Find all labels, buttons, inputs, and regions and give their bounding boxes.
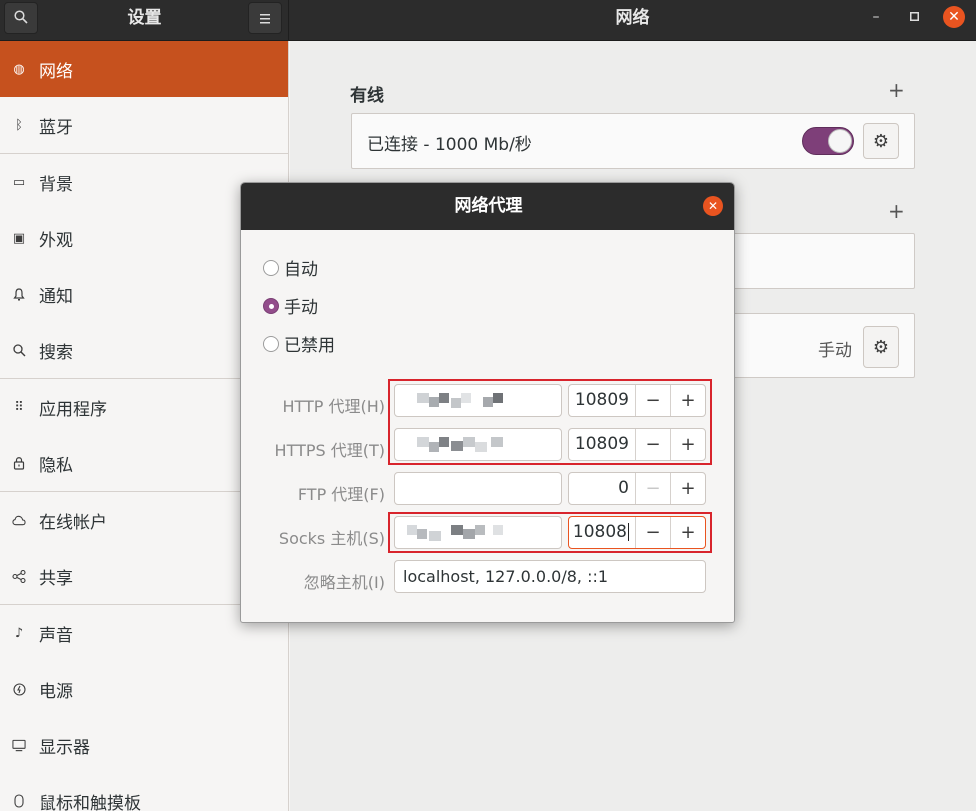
globe-icon: ◍ (13, 61, 25, 77)
highlight-box-http-https (388, 379, 712, 465)
appearance-icon: ▣ (12, 230, 26, 246)
monitor-icon: ▭ (12, 174, 26, 190)
dialog-close-button[interactable]: ✕ (703, 196, 723, 216)
sidebar-item-label: 搜索 (39, 342, 73, 363)
proxy-settings-button[interactable]: ⚙ (863, 326, 899, 368)
network-proxy-dialog: 网络代理 ✕ 自动 手动 已禁用 HTTP 代理(H) 10809 − + HT… (240, 182, 735, 623)
sidebar-item-label: 外观 (39, 230, 73, 251)
sidebar-item-label: 蓝牙 (39, 117, 73, 138)
bell-icon (12, 287, 26, 301)
ftp-proxy-host-input[interactable] (394, 472, 562, 505)
wired-connection-card: 已连接 - 1000 Mb/秒 ⚙ (351, 113, 915, 169)
proxy-state-label: 手动 (818, 341, 852, 361)
socks-host-label: Socks 主机(S) (278, 529, 385, 548)
bluetooth-icon: ᛒ (15, 117, 23, 133)
radio-auto[interactable]: 自动 (263, 255, 318, 280)
cloud-icon (12, 513, 26, 527)
share-icon (12, 569, 26, 583)
wired-connection-status: 已连接 - 1000 Mb/秒 (367, 135, 532, 155)
radio-indicator (263, 335, 279, 352)
ignore-hosts-input[interactable]: localhost, 127.0.0.0/8, ::1 (394, 560, 706, 593)
radio-manual[interactable]: 手动 (263, 293, 318, 318)
toggle-knob (828, 129, 852, 153)
lock-icon (12, 456, 26, 470)
sidebar-item-power[interactable]: 电源 (0, 661, 288, 717)
sidebar-item-label: 声音 (39, 625, 73, 646)
search-icon (12, 343, 26, 357)
wired-toggle[interactable] (802, 127, 854, 155)
display-icon (12, 738, 26, 752)
sidebar-item-label: 隐私 (39, 455, 73, 476)
radio-disabled[interactable]: 已禁用 (263, 331, 335, 356)
hamburger-menu-icon (259, 9, 271, 28)
sidebar-item-label: 网络 (39, 61, 73, 82)
dialog-header: 网络代理 ✕ (241, 183, 734, 230)
sidebar-item-label: 应用程序 (39, 399, 107, 420)
mouse-icon (12, 794, 26, 808)
wired-section-title: 有线 (350, 86, 384, 106)
ftp-port-decrement[interactable]: − (635, 473, 670, 504)
sidebar-item-displays[interactable]: 显示器 (0, 717, 288, 773)
dialog-title: 网络代理 (454, 196, 523, 216)
sidebar-item-label: 电源 (39, 681, 73, 702)
maximize-button[interactable] (903, 6, 925, 28)
wired-settings-button[interactable]: ⚙ (863, 123, 899, 159)
ftp-port-increment[interactable]: + (670, 473, 705, 504)
sidebar-item-label: 共享 (39, 568, 73, 589)
radio-label: 已禁用 (284, 336, 335, 356)
ftp-port-value[interactable]: 0 (569, 473, 635, 504)
maximize-icon (909, 9, 919, 25)
settings-title: 设置 (127, 8, 162, 28)
sidebar-item-bluetooth[interactable]: ᛒ 蓝牙 (0, 97, 288, 153)
menu-button[interactable] (248, 2, 282, 34)
sidebar-item-label: 在线帐户 (39, 512, 107, 533)
add-vpn-button[interactable]: + (888, 199, 905, 223)
sidebar-item-label: 显示器 (39, 737, 90, 758)
window-close-button[interactable]: ✕ (943, 6, 965, 28)
apps-grid-icon: ⠿ (14, 399, 24, 415)
highlight-box-socks (388, 512, 712, 553)
radio-indicator (263, 259, 279, 276)
sidebar-item-label: 通知 (39, 286, 73, 307)
radio-label: 自动 (284, 260, 318, 280)
http-proxy-label: HTTP 代理(H) (282, 397, 385, 416)
ftp-proxy-label: FTP 代理(F) (297, 485, 385, 504)
header-bar: 设置 网络 – ✕ (0, 0, 976, 41)
settings-header: 设置 (0, 0, 289, 41)
sidebar-item-network[interactable]: ◍ 网络 (0, 41, 288, 97)
radio-label: 手动 (284, 298, 318, 318)
sidebar-item-label: 鼠标和触摸板 (39, 793, 141, 811)
music-note-icon: ♪ (14, 625, 24, 641)
minimize-button[interactable]: – (865, 6, 887, 28)
gear-icon: ⚙ (872, 130, 890, 152)
sidebar-item-mouse-touchpad[interactable]: 鼠标和触摸板 (0, 773, 288, 811)
power-icon (12, 682, 26, 696)
https-proxy-label: HTTPS 代理(T) (274, 441, 385, 460)
gear-icon: ⚙ (872, 336, 890, 358)
radio-indicator (263, 297, 279, 314)
add-wired-button[interactable]: + (888, 78, 905, 102)
ftp-port-spinner[interactable]: 0 − + (568, 472, 706, 505)
sidebar-item-label: 背景 (39, 174, 73, 195)
ignore-hosts-label: 忽略主机(I) (303, 573, 385, 592)
